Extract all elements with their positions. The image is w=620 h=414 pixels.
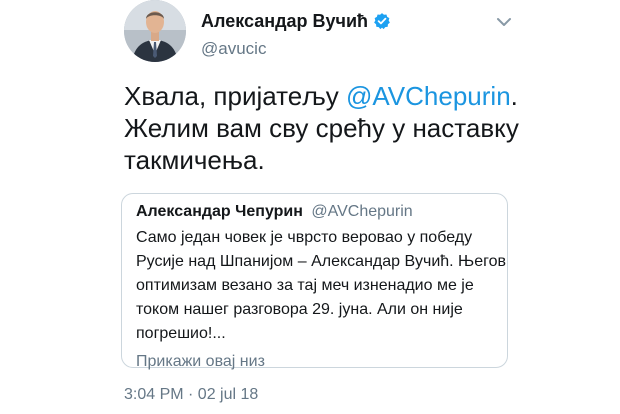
quoted-author-name: Александар Чепурин — [136, 203, 303, 220]
author-name-row: Александар Вучић — [201, 10, 391, 32]
tweet-text: Хвала, пријатељу @AVChepurin. Желим вам … — [124, 80, 524, 176]
avatar-photo-icon — [124, 0, 186, 62]
tweet-text-start: Хвала, пријатељу — [124, 81, 346, 111]
author-display-name[interactable]: Александар Вучић — [201, 10, 368, 32]
author-block[interactable]: Александар Вучић @avucic — [201, 10, 391, 60]
quoted-author-handle: @AVChepurin — [311, 203, 413, 220]
avatar[interactable] — [124, 0, 186, 62]
tweet-timestamp[interactable]: 3:04 PM · 02 jul 18 — [124, 385, 258, 405]
tweet: Александар Вучић @avucic Хвала, пријатељ… — [0, 0, 620, 414]
author-handle[interactable]: @avucic — [201, 38, 391, 60]
quoted-tweet-header: Александар Чепурин @AVChepurin — [136, 202, 493, 222]
quoted-tweet-text: Само један човек је чврсто веровао у поб… — [136, 229, 506, 342]
verified-badge-icon — [373, 12, 391, 30]
chevron-down-icon[interactable] — [496, 14, 512, 26]
mention-link[interactable]: @AVChepurin — [346, 81, 511, 111]
show-thread-link[interactable]: Прикажи овај низ — [136, 352, 493, 372]
quoted-tweet-card[interactable]: Александар Чепурин @AVChepurin Само једа… — [121, 193, 508, 370]
